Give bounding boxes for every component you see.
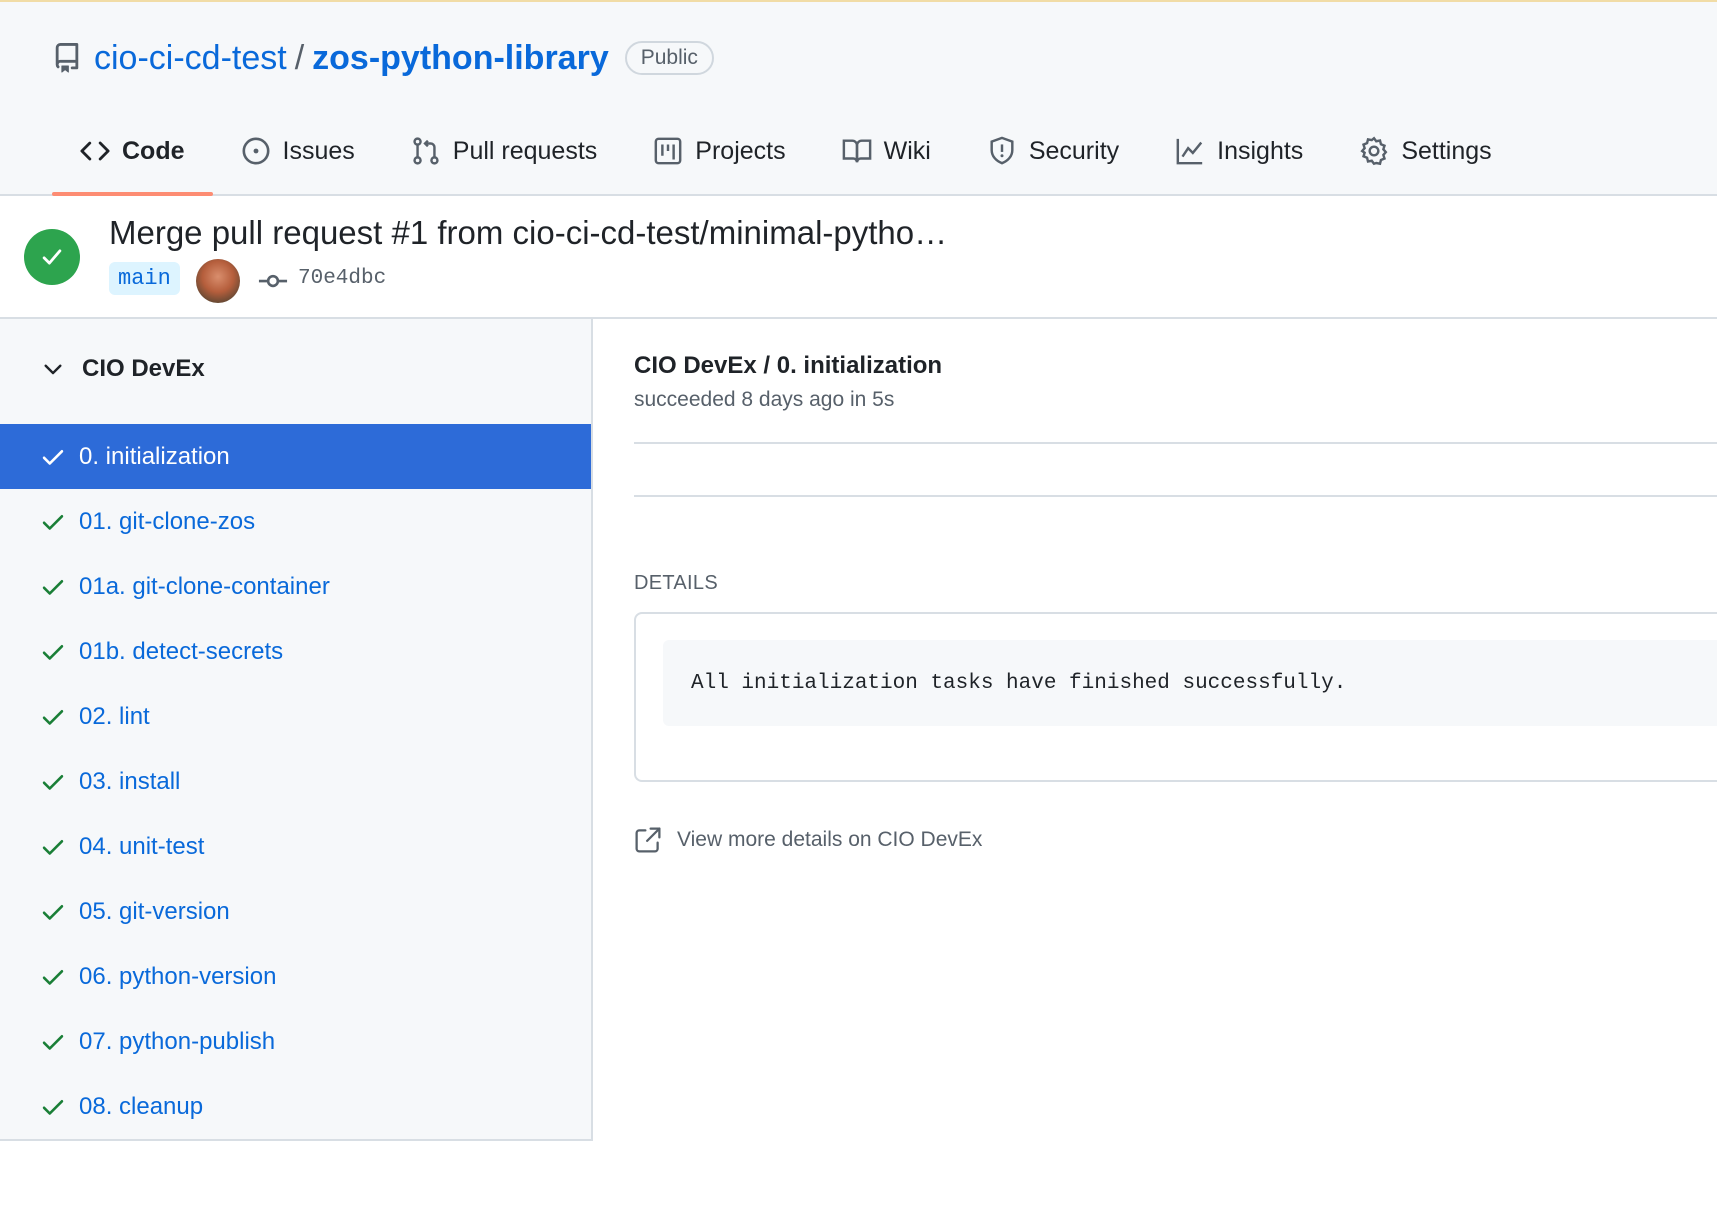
job-item-unit-test[interactable]: 04. unit-test [0,814,591,879]
check-icon [42,1034,64,1050]
shield-icon [990,136,1014,165]
job-label: 07. python-publish [79,1027,276,1055]
code-icon [80,141,110,161]
job-label: 02. lint [79,702,150,730]
job-item-lint[interactable]: 02. lint [0,684,591,749]
tab-settings[interactable]: Settings [1331,108,1519,194]
job-item-python-publish[interactable]: 07. python-publish [0,1009,591,1074]
tab-insights-label: Insights [1217,136,1304,165]
tab-settings-label: Settings [1401,136,1492,165]
check-icon [42,774,64,790]
commit-title: Merge pull request #1 from cio-ci-cd-tes… [109,214,948,251]
check-icon [42,969,64,985]
tab-issues-label: Issues [282,136,355,165]
chevron-down-icon [44,364,62,375]
tab-projects-label: Projects [695,136,786,165]
details-code-block: All initialization tasks have finished s… [663,640,1717,726]
check-icon [42,449,64,465]
job-item-initialization[interactable]: 0. initialization [0,424,591,489]
job-item-git-version[interactable]: 05. git-version [0,879,591,944]
check-suite-group-header[interactable]: CIO DevEx [40,355,205,383]
job-item-detect-secrets[interactable]: 01b. detect-secrets [0,619,591,684]
tab-security[interactable]: Security [959,108,1147,194]
tab-code-label: Code [122,136,185,165]
tab-security-label: Security [1028,136,1120,165]
job-label: 0. initialization [79,442,230,470]
issue-circle-icon [242,137,269,165]
job-label: 08. cleanup [79,1092,204,1120]
check-icon [42,514,64,530]
details-heading: DETAILS [634,572,718,594]
check-icon [42,644,64,660]
tab-pull-requests[interactable]: Pull requests [383,108,626,194]
check-icon [42,249,62,265]
check-suite-name: CIO DevEx [82,355,205,382]
check-icon [42,904,64,920]
tab-code[interactable]: Code [52,108,213,196]
repo-icon [55,43,79,73]
branch-pill[interactable]: main [109,262,180,295]
tab-wiki[interactable]: Wiki [814,108,959,194]
check-icon [42,839,64,855]
job-label: 04. unit-test [79,832,205,860]
job-label: 01. git-clone-zos [79,507,256,535]
check-run-title: CIO DevEx / 0. initialization [634,352,943,379]
commit-icon [258,274,288,288]
check-icon [42,1099,64,1115]
pull-request-icon [413,137,439,165]
book-icon [842,139,871,163]
commit-status-success-icon[interactable] [24,229,80,285]
check-icon [42,579,64,595]
section-divider [634,442,1717,444]
job-label: 01a. git-clone-container [79,572,330,600]
job-label: 01b. detect-secrets [79,637,284,665]
check-icon [42,709,64,725]
job-label: 06. python-version [79,962,277,990]
visibility-badge: Public [624,41,714,75]
tab-issues[interactable]: Issues [213,108,383,194]
check-job-list: 0. initialization 01. git-clone-zos 01a.… [0,424,591,1139]
project-board-icon [654,137,682,165]
job-item-git-clone-container[interactable]: 01a. git-clone-container [0,554,591,619]
commit-sha[interactable]: 70e4dbc [298,267,386,290]
check-run-status-text: succeeded 8 days ago in 5s [634,388,895,411]
job-label: 05. git-version [79,897,230,925]
graph-icon [1176,138,1203,165]
job-item-git-clone-zos[interactable]: 01. git-clone-zos [0,489,591,554]
repo-name-link[interactable]: zos-python-library [312,39,609,78]
repo-nav-tabs: Code Issues Pull requests Projects Wiki … [52,108,1520,196]
details-message: All initialization tasks have finished s… [691,671,1347,695]
tab-insights[interactable]: Insights [1147,108,1331,194]
tab-wiki-label: Wiki [883,136,931,165]
job-item-install[interactable]: 03. install [0,749,591,814]
view-more-details-label: View more details on CIO DevEx [677,828,983,851]
external-link-icon [635,827,661,853]
repo-header: cio-ci-cd-test / zos-python-library Publ… [0,2,1717,196]
repo-path-separator: / [294,38,305,77]
job-item-python-version[interactable]: 06. python-version [0,944,591,1009]
section-divider [634,495,1717,497]
repo-title-row: cio-ci-cd-test / zos-python-library Publ… [52,36,714,80]
job-item-cleanup[interactable]: 08. cleanup [0,1074,591,1139]
repo-owner-link[interactable]: cio-ci-cd-test [94,39,287,78]
view-more-details-link[interactable]: View more details on CIO DevEx [634,826,982,854]
gear-icon [1360,136,1388,166]
tab-pull-requests-label: Pull requests [452,136,598,165]
author-avatar[interactable] [196,259,240,303]
tab-projects[interactable]: Projects [625,108,813,194]
job-label: 03. install [79,767,181,795]
